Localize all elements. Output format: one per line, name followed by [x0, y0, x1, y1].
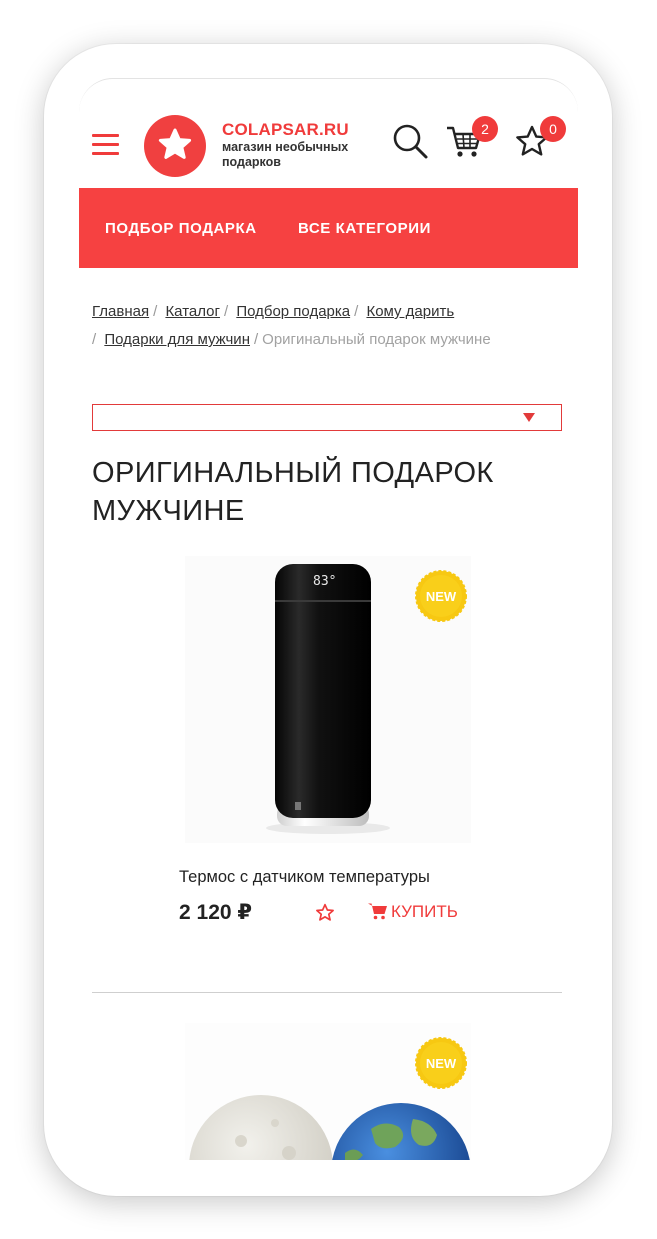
- thermos-display-reading: 83°: [313, 574, 336, 589]
- breadcrumb: Главная / Каталог / Подбор подарка / Кому д…: [92, 298, 562, 354]
- new-badge: NEW: [415, 1037, 467, 1089]
- new-badge: NEW: [415, 570, 467, 622]
- cart-count-badge: 2: [472, 116, 498, 142]
- new-badge-label: NEW: [426, 1056, 457, 1071]
- cart-small-icon: [368, 903, 387, 920]
- breadcrumb-separator: /: [92, 331, 97, 348]
- product-image[interactable]: NEW: [185, 1023, 471, 1160]
- menu-icon[interactable]: [92, 134, 119, 156]
- brand-tagline: магазин необычных подарков: [222, 140, 349, 169]
- product-name[interactable]: Термос с датчиком температуры: [179, 868, 430, 887]
- logo[interactable]: [144, 115, 206, 177]
- breadcrumb-gift-selection[interactable]: Подбор подарка: [236, 303, 350, 320]
- breadcrumb-separator: /: [253, 331, 259, 348]
- breadcrumb-catalog[interactable]: Каталог: [165, 303, 220, 320]
- new-badge-label: NEW: [426, 589, 457, 604]
- nav-gift-selection[interactable]: ПОДБОР ПОДАРКА: [105, 220, 257, 237]
- buy-button-label: КУПИТЬ: [391, 902, 458, 921]
- nav-all-categories[interactable]: ВСЕ КАТЕГОРИИ: [298, 220, 431, 237]
- dropdown-arrow-icon: [523, 413, 535, 422]
- main-nav: ПОДБОР ПОДАРКА ВСЕ КАТЕГОРИИ: [79, 188, 578, 268]
- product-price: 2 120 ₽: [179, 901, 252, 924]
- page-title: ОРИГИНАЛЬНЫЙ ПОДАРОК МУЖЧИНЕ: [92, 457, 494, 527]
- star-logo-icon: [158, 128, 192, 159]
- divider: [92, 992, 562, 993]
- mobile-screen: COLAPSAR.RU магазин необычных подарков 2…: [79, 78, 578, 1160]
- product-image[interactable]: 83° NEW: [185, 556, 471, 843]
- search-icon[interactable]: [392, 123, 430, 161]
- breadcrumb-separator: /: [223, 303, 229, 320]
- breadcrumb-recipient[interactable]: Кому дарить: [366, 303, 454, 320]
- breadcrumb-home[interactable]: Главная: [92, 303, 149, 320]
- breadcrumb-separator: /: [153, 303, 158, 320]
- buy-button[interactable]: КУПИТЬ: [368, 902, 458, 922]
- category-select[interactable]: [92, 404, 562, 431]
- breadcrumb-gifts-for-men[interactable]: Подарки для мужчин: [104, 331, 250, 348]
- breadcrumb-current: Оригинальный подарок мужчине: [262, 331, 491, 348]
- favorites-count-badge: 0: [540, 116, 566, 142]
- add-to-favorites-icon[interactable]: [315, 903, 335, 923]
- brand-name[interactable]: COLAPSAR.RU: [222, 120, 349, 140]
- breadcrumb-separator: /: [354, 303, 359, 320]
